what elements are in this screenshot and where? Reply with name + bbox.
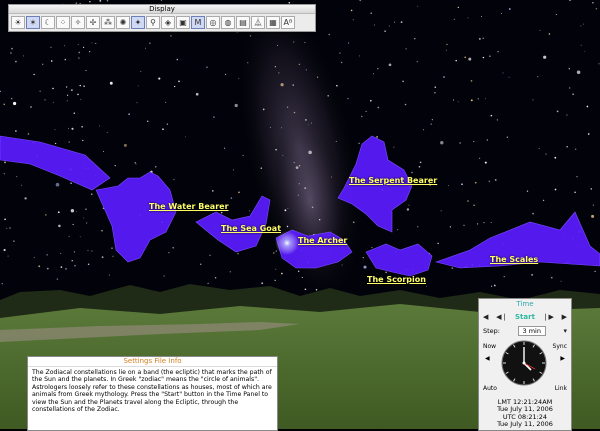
boundary-icon[interactable]: ◈	[161, 16, 175, 29]
link-button[interactable]: Link	[555, 385, 567, 392]
step-back-fast-button[interactable]: ◀	[483, 313, 488, 321]
moon-icon[interactable]: ☾	[41, 16, 55, 29]
forward-icon[interactable]: ▶	[560, 355, 565, 362]
step-dropdown-icon[interactable]: ▾	[563, 327, 567, 335]
stars-icon[interactable]: ✶	[26, 16, 40, 29]
step-forward-button[interactable]: ❘▶	[543, 313, 554, 321]
label-scorpion[interactable]: The Scorpion	[367, 275, 426, 284]
grid-icon[interactable]: ▦	[266, 16, 280, 29]
planet-icon[interactable]: ◍	[221, 16, 235, 29]
start-button[interactable]: Start	[515, 313, 535, 321]
step-back-button[interactable]: ◀❘	[496, 313, 507, 321]
time-panel-title[interactable]: Time	[479, 299, 571, 309]
horizon-icon[interactable]: ⏅	[251, 16, 265, 29]
constellation-figure-icon[interactable]: ✦	[131, 16, 145, 29]
label-scales[interactable]: The Scales	[490, 255, 538, 264]
messier-icon[interactable]: M	[191, 16, 205, 29]
label-water-bearer[interactable]: The Water Bearer	[149, 202, 229, 211]
time-panel: Time ◀ ◀❘ Start ❘▶ ▶ Step: 3 min ▾ Now S…	[478, 298, 572, 431]
step-label: Step:	[483, 327, 500, 335]
landscape-icon[interactable]: ▤	[236, 16, 250, 29]
magnify-icon[interactable]: ⚲	[146, 16, 160, 29]
rewind-icon[interactable]: ◀	[485, 355, 490, 362]
now-button[interactable]: Now	[483, 343, 496, 350]
display-palette-title[interactable]: Display	[9, 5, 315, 14]
label-archer[interactable]: The Archer	[298, 236, 347, 245]
display-palette: Display ☀ ✶ ☾ ⁘ ✧ ✢ ⁂ ✺ ✦ ⚲ ◈ ▣ M ◎ ◍ ▤ ⏅ ▦ Aᴮ	[8, 4, 316, 32]
settings-file-info-panel: Settings File Info The Zodiacal constell…	[27, 356, 278, 431]
labels-icon[interactable]: Aᴮ	[281, 16, 295, 29]
auto-button[interactable]: Auto	[483, 385, 497, 392]
clock-dial[interactable]	[501, 340, 547, 386]
nebula-icon[interactable]: ✺	[116, 16, 130, 29]
label-serpent-bearer[interactable]: The Serpent Bearer	[349, 176, 437, 185]
display-toolbar: ☀ ✶ ☾ ⁘ ✧ ✢ ⁂ ✺ ✦ ⚲ ◈ ▣ M ◎ ◍ ▤ ⏅ ▦ Aᴮ	[9, 14, 315, 31]
utc-date: Tue July 11, 2006	[497, 420, 553, 428]
cluster-icon[interactable]: ⁂	[101, 16, 115, 29]
sync-button[interactable]: Sync	[553, 343, 567, 350]
constellation-lines-icon[interactable]: ⁘	[56, 16, 70, 29]
sun-icon[interactable]: ☀	[11, 16, 25, 29]
galaxy-icon[interactable]: ◎	[206, 16, 220, 29]
step-forward-fast-button[interactable]: ▶	[562, 313, 567, 321]
star-chart-icon[interactable]: ✢	[86, 16, 100, 29]
settings-info-text: The Zodiacal constellations lie on a ban…	[32, 369, 272, 414]
bright-star-icon[interactable]	[275, 231, 299, 255]
label-sea-goat[interactable]: The Sea Goat	[221, 224, 281, 233]
step-select[interactable]: 3 min	[517, 326, 546, 336]
comet-icon[interactable]: ✧	[71, 16, 85, 29]
image-frame-icon[interactable]: ▣	[176, 16, 190, 29]
settings-panel-title[interactable]: Settings File Info	[28, 357, 277, 367]
